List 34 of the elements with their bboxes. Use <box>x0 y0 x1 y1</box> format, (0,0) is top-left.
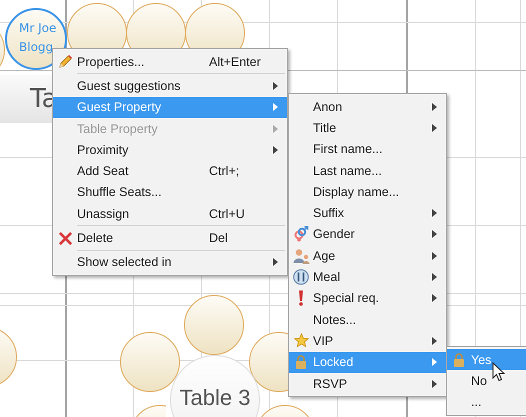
menu-item[interactable]: Suffix <box>289 202 446 224</box>
menu-item[interactable]: Special req. <box>289 288 446 309</box>
star-icon <box>294 333 308 348</box>
menu-item[interactable]: Notes... <box>289 308 446 330</box>
table-label: Table 3 <box>180 384 250 412</box>
menu-item[interactable]: Last name... <box>289 160 446 182</box>
menu-item[interactable]: Anon <box>289 96 446 118</box>
gender-icon <box>293 226 309 242</box>
exclamation-icon <box>298 290 304 306</box>
menu-item[interactable]: Title <box>289 117 446 139</box>
people-icon <box>292 248 310 264</box>
menu-item[interactable]: Unassign Ctrl+U <box>53 203 287 224</box>
menu-item[interactable]: Proximity <box>53 139 287 160</box>
lock-icon <box>295 355 307 370</box>
menu-item[interactable]: ... <box>447 392 526 413</box>
menu-item[interactable]: Add Seat Ctrl+; <box>53 160 287 182</box>
menu-item[interactable]: First name... <box>289 138 446 160</box>
pencil-icon <box>58 54 72 70</box>
menu-item[interactable]: Shuffle Seats... <box>53 182 287 204</box>
cutlery-icon <box>293 269 309 286</box>
menu-item[interactable]: Gender <box>289 224 446 246</box>
menu-item[interactable]: Display name... <box>289 181 446 202</box>
menu-item[interactable]: Age <box>289 245 446 266</box>
delete-icon <box>58 230 72 246</box>
menu-item[interactable]: Delete Del <box>53 227 287 249</box>
menu-item[interactable]: Show selected in <box>53 252 287 273</box>
menu-item[interactable]: RSVP <box>289 372 446 394</box>
menu-item[interactable]: No <box>447 370 526 392</box>
menu-item[interactable]: Meal <box>289 266 446 288</box>
menu-item[interactable]: VIP <box>289 330 446 352</box>
lock-icon <box>453 352 465 367</box>
menu-item[interactable]: Guest suggestions <box>53 75 287 97</box>
round-table[interactable]: Table 3 <box>170 355 260 417</box>
mouse-pointer-icon <box>492 362 505 382</box>
